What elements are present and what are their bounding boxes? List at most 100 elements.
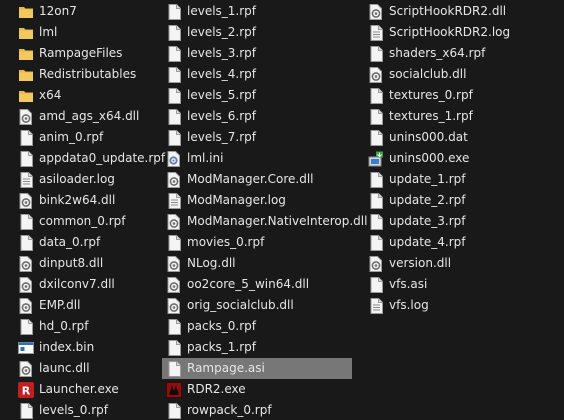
file-item[interactable]: dxilconv7.dll xyxy=(14,274,160,295)
file-item[interactable]: socialclub.dll xyxy=(364,64,554,85)
file-item[interactable]: anim_0.rpf xyxy=(14,127,160,148)
file-item[interactable]: ModManager.log xyxy=(162,190,352,211)
file-icon xyxy=(368,108,384,125)
file-icon xyxy=(166,45,182,62)
file-icon xyxy=(18,129,34,146)
file-item[interactable]: levels_7.rpf xyxy=(162,127,352,148)
file-icon xyxy=(368,213,384,230)
file-item[interactable]: RampageFiles xyxy=(14,43,160,64)
file-item[interactable]: textures_1.rpf xyxy=(364,106,554,127)
dll-icon xyxy=(166,255,182,272)
file-item[interactable]: update_4.rpf xyxy=(364,232,554,253)
file-name: levels_1.rpf xyxy=(187,4,257,18)
file-item[interactable]: update_3.rpf xyxy=(364,211,554,232)
file-item[interactable]: unins000.dat xyxy=(364,127,554,148)
file-item[interactable]: unins000.exe xyxy=(364,148,554,169)
file-item[interactable]: index.bin xyxy=(14,337,160,358)
file-item[interactable]: lml.ini xyxy=(162,148,352,169)
file-item[interactable]: dinput8.dll xyxy=(14,253,160,274)
file-item[interactable]: levels_5.rpf xyxy=(162,85,352,106)
file-item[interactable]: ScriptHookRDR2.dll xyxy=(364,1,554,22)
file-icon xyxy=(166,24,182,41)
file-item[interactable]: packs_1.rpf xyxy=(162,337,352,358)
file-item[interactable]: x64 xyxy=(14,85,160,106)
file-item[interactable]: EMP.dll xyxy=(14,295,160,316)
dll-icon xyxy=(166,297,182,314)
file-item[interactable]: bink2w64.dll xyxy=(14,190,160,211)
file-name: Rampage.asi xyxy=(187,361,265,375)
file-name: packs_1.rpf xyxy=(187,340,256,354)
file-item[interactable]: asiloader.log xyxy=(14,169,160,190)
file-item[interactable]: oo2core_5_win64.dll xyxy=(162,274,352,295)
file-item[interactable]: hd_0.rpf xyxy=(14,316,160,337)
file-item[interactable]: lml xyxy=(14,22,160,43)
file-item[interactable]: update_1.rpf xyxy=(364,169,554,190)
file-item[interactable]: Redistributables xyxy=(14,64,160,85)
file-icon xyxy=(166,402,182,419)
file-name: index.bin xyxy=(39,340,95,354)
dll-icon xyxy=(18,108,34,125)
folder-icon xyxy=(18,88,34,104)
file-item[interactable]: textures_0.rpf xyxy=(364,85,554,106)
file-item[interactable]: common_0.rpf xyxy=(14,211,160,232)
file-item[interactable]: amd_ags_x64.dll xyxy=(14,106,160,127)
file-item[interactable]: levels_1.rpf xyxy=(162,1,352,22)
dll-icon xyxy=(18,360,34,377)
file-name: levels_0.rpf xyxy=(39,403,109,417)
file-item[interactable]: levels_6.rpf xyxy=(162,106,352,127)
file-item[interactable]: levels_3.rpf xyxy=(162,43,352,64)
file-icon xyxy=(368,171,384,188)
file-item[interactable]: ModManager.Core.dll xyxy=(162,169,352,190)
file-name: RampageFiles xyxy=(39,46,123,60)
file-icon xyxy=(368,234,384,251)
file-item[interactable]: shaders_x64.rpf xyxy=(364,43,554,64)
file-item[interactable]: ModManager.NativeInterop.dll xyxy=(162,211,367,232)
file-icon xyxy=(18,213,34,230)
file-item[interactable]: ScriptHookRDR2.log xyxy=(364,22,554,43)
file-item[interactable]: appdata0_update.rpf xyxy=(14,148,165,169)
file-name: vfs.log xyxy=(389,298,429,312)
file-item[interactable]: 12on7 xyxy=(14,1,160,22)
file-list-view: 12on7 lml RampageFiles Redistributables … xyxy=(0,0,564,420)
file-name: asiloader.log xyxy=(39,172,115,186)
dll-icon xyxy=(18,255,34,272)
dll-icon xyxy=(368,66,384,83)
file-item[interactable]: data_0.rpf xyxy=(14,232,160,253)
file-item[interactable]: packs_0.rpf xyxy=(162,316,352,337)
file-item[interactable]: R Launcher.exe xyxy=(14,379,160,400)
file-name: update_4.rpf xyxy=(389,235,466,249)
file-name: unins000.dat xyxy=(389,130,468,144)
file-column-2: levels_1.rpf levels_2.rpf levels_3.rpf l… xyxy=(162,1,367,420)
file-item[interactable]: vfs.log xyxy=(364,295,554,316)
file-name: ScriptHookRDR2.dll xyxy=(389,4,507,18)
dll-icon xyxy=(166,213,182,230)
file-icon xyxy=(368,87,384,104)
file-item[interactable]: Rampage.asi xyxy=(162,358,352,379)
file-icon xyxy=(166,318,182,335)
file-icon xyxy=(368,192,384,209)
dll-icon xyxy=(18,276,34,293)
file-item[interactable]: levels_0.rpf xyxy=(14,400,160,420)
dll-icon xyxy=(18,297,34,314)
file-icon xyxy=(166,339,182,356)
file-item[interactable]: NLog.dll xyxy=(162,253,352,274)
file-icon xyxy=(368,129,384,146)
file-item[interactable]: levels_2.rpf xyxy=(162,22,352,43)
file-item[interactable]: RDR2.exe xyxy=(162,379,352,400)
file-name: packs_0.rpf xyxy=(187,319,256,333)
file-item[interactable]: launc.dll xyxy=(14,358,160,379)
dll-icon xyxy=(166,276,182,293)
file-name: textures_0.rpf xyxy=(389,88,473,102)
file-item[interactable]: levels_4.rpf xyxy=(162,64,352,85)
file-name: orig_socialclub.dll xyxy=(187,298,294,312)
text-icon xyxy=(18,171,34,188)
file-item[interactable]: rowpack_0.rpf xyxy=(162,400,352,420)
file-name: movies_0.rpf xyxy=(187,235,265,249)
file-name: common_0.rpf xyxy=(39,214,126,228)
file-icon xyxy=(368,45,384,62)
file-item[interactable]: movies_0.rpf xyxy=(162,232,352,253)
file-item[interactable]: version.dll xyxy=(364,253,554,274)
file-item[interactable]: vfs.asi xyxy=(364,274,554,295)
file-item[interactable]: update_2.rpf xyxy=(364,190,554,211)
file-item[interactable]: orig_socialclub.dll xyxy=(162,295,352,316)
